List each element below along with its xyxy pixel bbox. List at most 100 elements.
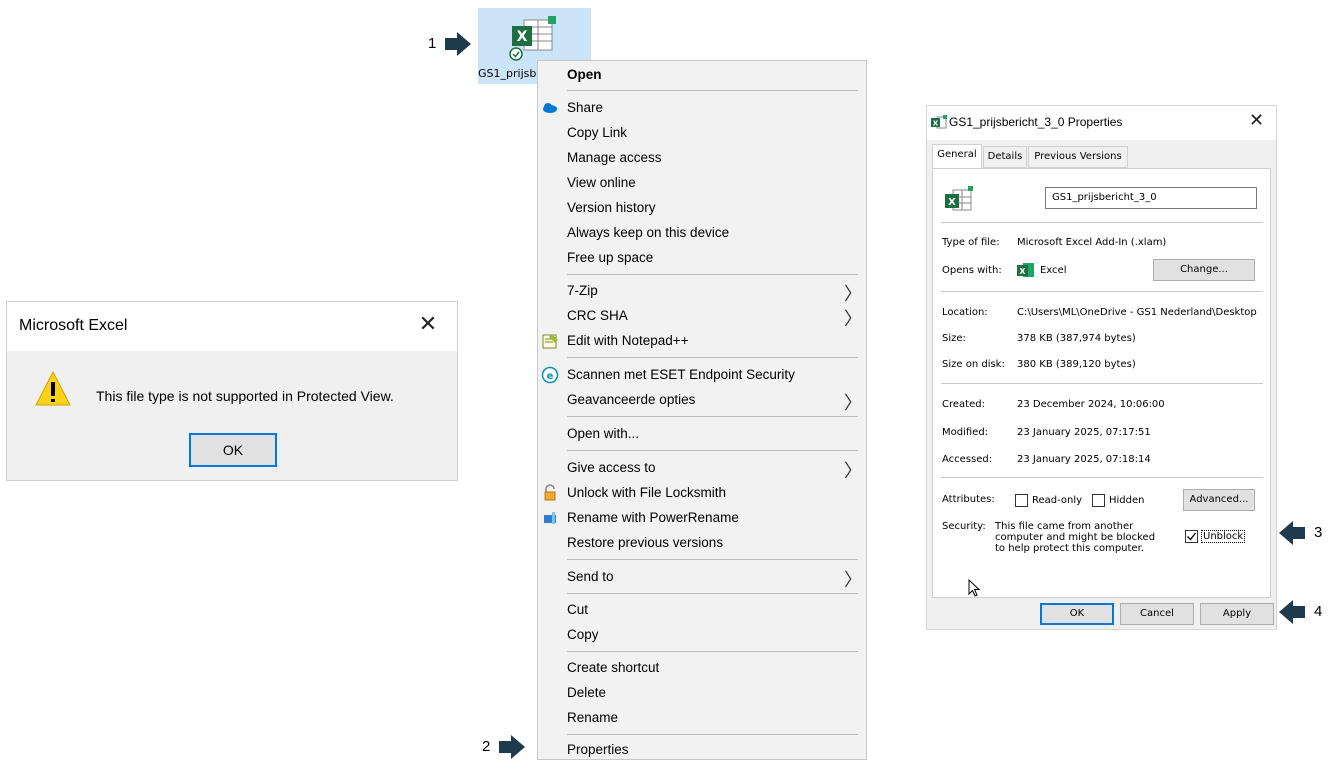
powerrename-icon [544,512,556,524]
excel-file-icon: X [509,16,556,61]
menu-item-version-history[interactable]: Version history [538,196,866,220]
menu-item-always-keep[interactable]: Always keep on this device [538,221,866,245]
menu-item-label: Open [567,67,602,82]
menu-item-label: Properties [567,742,629,757]
menu-item-copy-link[interactable]: Copy Link [538,121,866,145]
divider [941,291,1263,292]
size-label: Size: [942,333,966,344]
menu-item-label: Always keep on this device [567,225,730,240]
menu-item-label: Rename [567,710,619,725]
excel-file-icon: X [931,115,947,129]
checkmark-icon [1187,532,1197,541]
menu-item-label: Send to [567,569,614,584]
menu-item-open-with[interactable]: Open with... [538,422,866,446]
menu-separator [567,450,858,451]
error-dialog-title: Microsoft Excel [19,317,128,334]
menu-item-label: Cut [567,602,589,617]
svg-text:e: e [547,371,554,382]
error-dialog-titlebar: Microsoft Excel ✕ [7,302,457,351]
attributes-label: Attributes: [942,494,995,505]
hidden-label: Hidden [1109,495,1145,506]
chevron-right-icon: 〉 [844,393,862,413]
menu-separator [567,559,858,560]
menu-item-label: Give access to [567,460,656,475]
menu-item-label: Scannen met ESET Endpoint Security [567,367,795,382]
ok-button[interactable]: OK [1040,603,1114,625]
menu-item-crc-sha[interactable]: CRC SHA 〉 [538,304,866,329]
context-menu: Open Share Copy Link Manage access View … [537,60,867,760]
menu-item-label: Copy Link [567,125,628,140]
step-1-number: 1 [428,35,437,52]
menu-item-notepad[interactable]: Edit with Notepad++ [538,329,866,353]
menu-separator [567,734,858,735]
menu-item-share[interactable]: Share [538,96,866,120]
menu-item-label: Manage access [567,150,662,165]
menu-separator [567,90,858,91]
tab-general[interactable]: General [932,144,982,169]
unblock-checkbox[interactable] [1185,530,1198,543]
menu-item-properties[interactable]: Properties [538,738,866,762]
properties-titlebar: X GS1_prijsbericht_3_0 Properties ✕ [927,106,1276,140]
menu-item-create-shortcut[interactable]: Create shortcut [538,656,866,680]
menu-item-label: 7-Zip [567,283,598,298]
left-arrow-icon [1279,600,1305,624]
hidden-checkbox[interactable] [1092,494,1105,507]
menu-item-send-to[interactable]: Send to 〉 [538,565,866,590]
menu-item-7zip[interactable]: 7-Zip 〉 [538,279,866,304]
menu-item-cut[interactable]: Cut [538,598,866,622]
close-icon[interactable]: ✕ [1249,110,1264,131]
menu-item-view-online[interactable]: View online [538,171,866,195]
menu-item-advanced-options[interactable]: Geavanceerde opties 〉 [538,388,866,413]
menu-item-label: Create shortcut [567,660,660,675]
menu-item-open[interactable]: Open [538,63,866,87]
notepad-plus-icon [542,334,558,349]
close-icon[interactable]: ✕ [415,312,441,338]
right-arrow-icon [445,32,471,56]
menu-item-free-up-space[interactable]: Free up space [538,246,866,270]
tab-previous-versions[interactable]: Previous Versions [1028,146,1128,168]
step-4-number: 4 [1314,603,1323,620]
properties-title: GS1_prijsbericht_3_0 Properties [949,115,1123,129]
chevron-right-icon: 〉 [844,309,862,329]
menu-item-restore-versions[interactable]: Restore previous versions [538,531,866,555]
padlock-icon [544,484,556,501]
properties-dialog: X GS1_prijsbericht_3_0 Properties ✕ Gene… [926,105,1277,630]
tab-details[interactable]: Details [983,146,1027,168]
cancel-button[interactable]: Cancel [1120,603,1194,625]
created-label: Created: [942,399,985,410]
warning-icon [35,370,71,406]
menu-item-label: Restore previous versions [567,535,724,550]
divider [941,222,1263,223]
eset-icon: e [541,366,559,384]
step-3-number: 3 [1314,524,1323,541]
menu-item-manage-access[interactable]: Manage access [538,146,866,170]
modified-value: 23 January 2025, 07:17:51 [1017,427,1151,438]
menu-item-eset-scan[interactable]: e Scannen met ESET Endpoint Security [538,363,866,387]
menu-separator [567,274,858,275]
menu-item-label: Edit with Notepad++ [567,333,689,348]
menu-item-label: Unlock with File Locksmith [567,485,727,500]
location-label: Location: [942,307,988,318]
advanced-button[interactable]: Advanced... [1183,489,1255,511]
menu-item-delete[interactable]: Delete [538,681,866,705]
ok-button[interactable]: OK [189,433,277,467]
menu-item-copy[interactable]: Copy [538,623,866,647]
menu-item-unlock-locksmith[interactable]: Unlock with File Locksmith [538,481,866,505]
chevron-right-icon: 〉 [844,284,862,304]
accessed-value: 23 January 2025, 07:18:14 [1017,454,1151,465]
step-2-number: 2 [482,738,491,755]
menu-item-rename[interactable]: Rename [538,706,866,730]
divider [941,383,1263,384]
menu-item-give-access[interactable]: Give access to 〉 [538,456,866,481]
filename-field[interactable]: GS1_prijsbericht_3_0 [1045,187,1257,209]
change-button[interactable]: Change... [1153,259,1255,281]
readonly-checkbox[interactable] [1015,494,1028,507]
svg-text:X: X [517,29,528,45]
left-arrow-icon [1279,521,1305,545]
menu-item-label: Rename with PowerRename [567,510,739,525]
excel-error-dialog: Microsoft Excel ✕ This file type is not … [6,301,458,481]
menu-item-power-rename[interactable]: Rename with PowerRename [538,506,866,530]
svg-text:X: X [1019,267,1026,276]
apply-button[interactable]: Apply [1200,603,1274,625]
opens-with-label: Opens with: [942,265,1002,276]
